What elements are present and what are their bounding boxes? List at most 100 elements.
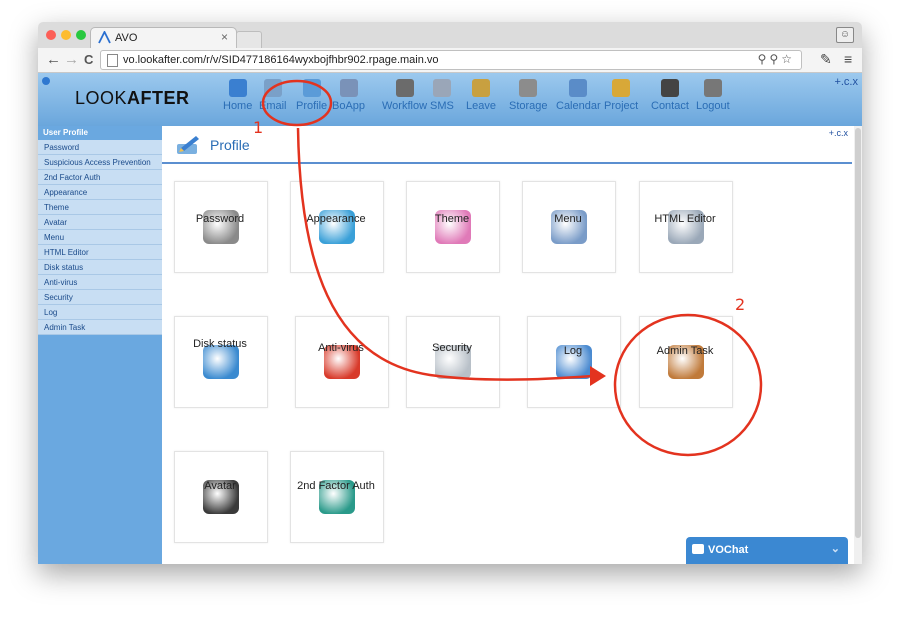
tile-security[interactable] [406, 316, 500, 408]
tile-disk-status[interactable] [174, 316, 268, 408]
logout-icon [703, 79, 722, 97]
contact-icon [660, 79, 679, 97]
nav-label: Profile [296, 100, 328, 112]
nav-item-storage[interactable]: Storage [509, 79, 548, 112]
address-bar[interactable]: vo.lookafter.com/r/v/SID477186164wyxbojf… [100, 50, 802, 70]
status-dot-icon [42, 77, 50, 85]
header-corner-link[interactable]: +.c.x [834, 76, 858, 88]
tile-label[interactable]: Theme [392, 213, 512, 225]
tile-html-editor[interactable] [639, 181, 733, 273]
sidebar-item-appearance[interactable]: Appearance [38, 185, 162, 200]
sidebar-item-password[interactable]: Password [38, 140, 162, 155]
tile-admin-task[interactable] [639, 316, 733, 408]
tile-label[interactable]: Password [160, 213, 280, 225]
nav-item-contact[interactable]: Contact [651, 79, 689, 112]
browser-tab[interactable]: AVO × [90, 27, 237, 49]
tile-theme[interactable] [406, 181, 500, 273]
nav-label: Logout [696, 100, 730, 112]
close-tab-icon[interactable]: × [221, 30, 228, 44]
browser-toolbar: ← → C vo.lookafter.com/r/v/SID477186164w… [38, 48, 862, 73]
close-window-button[interactable] [46, 30, 56, 40]
tile-label[interactable]: Appearance [276, 213, 396, 225]
back-icon[interactable]: ← [46, 51, 61, 68]
boapp-icon [339, 79, 358, 97]
nav-label: Home [223, 100, 253, 112]
nav-item-logout[interactable]: Logout [696, 79, 730, 112]
sidebar-item-avatar[interactable]: Avatar [38, 215, 162, 230]
email-icon [263, 79, 282, 97]
nav-item-project[interactable]: Project [604, 79, 638, 112]
nav-label: Calendar [556, 100, 601, 112]
logo-bold: AFTER [127, 88, 190, 108]
nav-item-email[interactable]: Email [259, 79, 287, 112]
tile-password[interactable] [174, 181, 268, 273]
sidebar-item-menu[interactable]: Menu [38, 230, 162, 245]
tab-title: AVO [115, 32, 138, 44]
tile-log[interactable] [527, 316, 621, 408]
sidebar-item-security[interactable]: Security [38, 290, 162, 305]
tile-2nd-factor-auth[interactable] [290, 451, 384, 543]
nav-label: Project [604, 100, 639, 112]
nav-item-home[interactable]: Home [223, 79, 252, 112]
page-title-bar: Profile +.c.x [162, 126, 852, 164]
calendar-icon [569, 79, 588, 97]
scrollbar-thumb[interactable] [855, 128, 861, 538]
sidebar-item-disk-status[interactable]: Disk status [38, 260, 162, 275]
tile-label[interactable]: HTML Editor [625, 213, 745, 225]
new-tab-button[interactable] [236, 31, 262, 48]
page-icon [107, 54, 118, 67]
menu-icon[interactable]: ≡ [844, 51, 852, 67]
nav-item-boapp[interactable]: BoApp [332, 79, 365, 112]
nav-item-profile[interactable]: Profile [296, 79, 327, 112]
sidebar-item-2nd-factor-auth[interactable]: 2nd Factor Auth [38, 170, 162, 185]
tile-label[interactable]: Avatar [160, 480, 280, 492]
sidebar-item-anti-virus[interactable]: Anti-virus [38, 275, 162, 290]
tile-label[interactable]: Log [513, 345, 633, 357]
tile-anti-virus[interactable] [295, 316, 389, 408]
nav-item-leave[interactable]: Leave [466, 79, 496, 112]
logo-light: LOOK [75, 88, 128, 108]
sidebar-item-theme[interactable]: Theme [38, 200, 162, 215]
sidebar-item-html-editor[interactable]: HTML Editor [38, 245, 162, 260]
nav-item-workflow[interactable]: Workflow [382, 79, 427, 112]
tile-label[interactable]: Admin Task [625, 345, 745, 357]
nav-item-calendar[interactable]: Calendar [556, 79, 601, 112]
sidebar-item-admin-task[interactable]: Admin Task [38, 320, 162, 335]
tile-label[interactable]: 2nd Factor Auth [276, 480, 396, 492]
tile-avatar[interactable] [174, 451, 268, 543]
nav-item-sms[interactable]: SMS [430, 79, 454, 112]
tile-label[interactable]: Security [392, 342, 512, 354]
tab-bar: AVO × ☺ [38, 22, 862, 49]
annotation-step-2: 2 [735, 295, 746, 314]
vochat-label: VOChat [708, 544, 749, 556]
nav-label: Leave [466, 100, 496, 112]
title-corner-link[interactable]: +.c.x [829, 128, 848, 138]
annotation-step-1: 1 [253, 118, 264, 137]
home-icon [228, 79, 247, 97]
sms-icon [432, 79, 451, 97]
tile-label[interactable]: Disk status [160, 338, 280, 350]
app-header: LOOKAFTER +.c.x Home Email Profile BoApp Wor… [38, 73, 862, 126]
reload-icon[interactable]: C [84, 51, 93, 68]
vochat-widget[interactable]: VOChat ⌄ [686, 537, 848, 564]
user-profile-icon[interactable]: ☺ [836, 27, 854, 43]
chevron-down-icon[interactable]: ⌄ [831, 542, 840, 555]
disk-chart-icon [203, 345, 239, 379]
key-search-star-icons[interactable]: ⚲⚲☆ [758, 52, 795, 66]
lookafter-logo[interactable]: LOOKAFTER [75, 88, 190, 109]
workflow-icon [395, 79, 414, 97]
forward-icon[interactable]: → [64, 51, 79, 68]
profile-pen-icon [177, 136, 199, 154]
maximize-window-button[interactable] [76, 30, 86, 40]
scrollbar[interactable] [854, 126, 862, 564]
tile-label[interactable]: Anti-virus [281, 342, 401, 354]
tile-label[interactable]: Menu [508, 213, 628, 225]
sidebar-item-suspicious-access-prevention[interactable]: Suspicious Access Prevention [38, 155, 162, 170]
main-content: Profile +.c.x Password Appearance Theme Men… [162, 126, 854, 564]
tile-menu[interactable] [522, 181, 616, 273]
extension-icon[interactable]: ✎ [820, 51, 832, 68]
minimize-window-button[interactable] [61, 30, 71, 40]
sidebar-item-log[interactable]: Log [38, 305, 162, 320]
profile-icon [302, 79, 321, 97]
tile-appearance[interactable] [290, 181, 384, 273]
